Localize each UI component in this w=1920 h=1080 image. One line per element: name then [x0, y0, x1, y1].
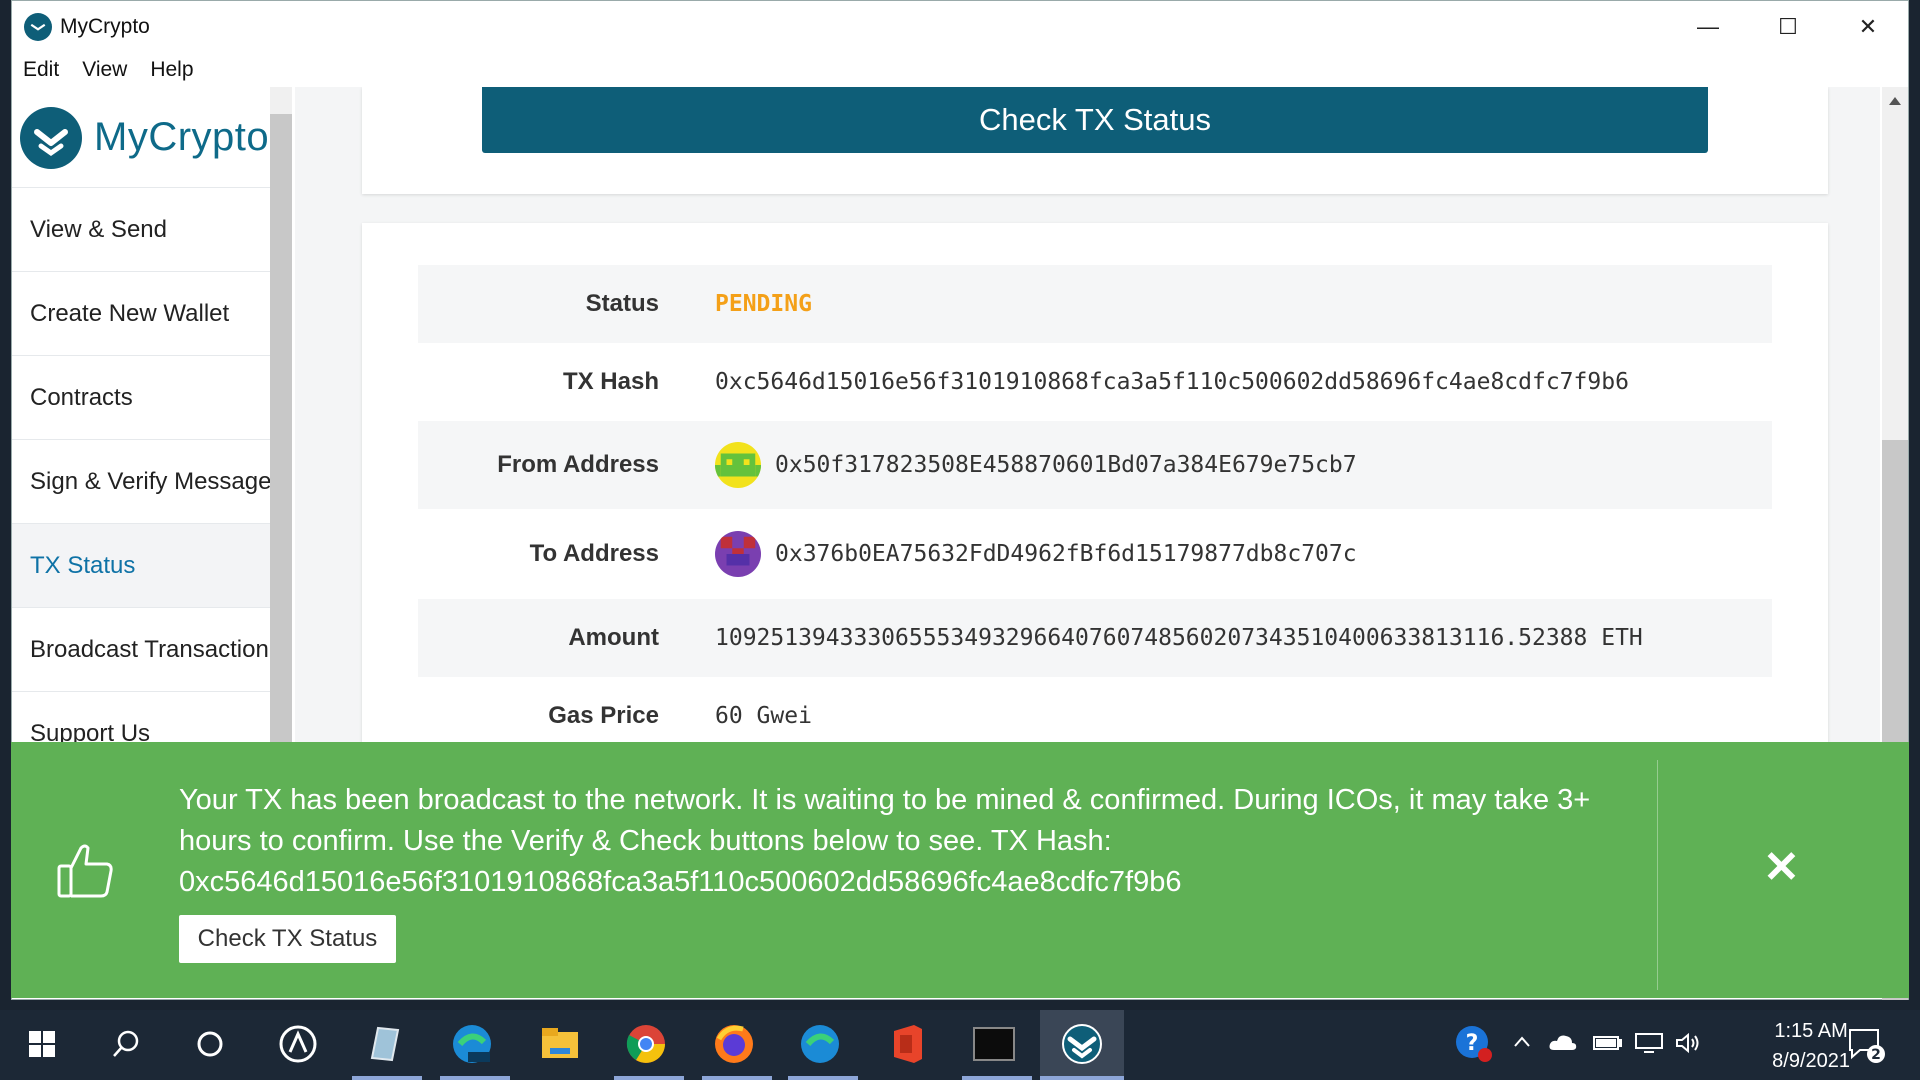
detail-label: Amount — [568, 624, 659, 651]
mycrypto-logo-icon — [20, 106, 82, 169]
notification-line: hours to confirm. Use the Verify & Check… — [179, 825, 1112, 857]
detail-label: TX Hash — [562, 368, 659, 395]
app-shield-icon[interactable] — [274, 1020, 322, 1068]
cloud-icon[interactable] — [1548, 1032, 1578, 1058]
main-content: Check TX Status Status PENDING TX Hash 0… — [295, 87, 1880, 742]
terminal-icon[interactable] — [970, 1020, 1018, 1068]
notification-toast: Your TX has been broadcast to the networ… — [11, 742, 1909, 998]
minimize-button[interactable]: — — [1668, 1, 1748, 53]
sidebar-scrollbar-thumb[interactable] — [270, 114, 292, 742]
window-title: MyCrypto — [60, 15, 150, 38]
menu-help[interactable]: Help — [150, 58, 193, 82]
menu-view[interactable]: View — [82, 58, 127, 82]
scroll-up-icon[interactable] — [1889, 97, 1901, 105]
close-button[interactable]: ✕ — [1828, 1, 1908, 53]
check-card: Check TX Status — [362, 87, 1828, 194]
menu-bar: Edit View Help — [12, 53, 1908, 87]
mycrypto-taskbar-icon[interactable] — [1058, 1020, 1106, 1068]
sidebar-item-sign-verify[interactable]: Sign & Verify Message — [12, 440, 279, 524]
detail-row-amount: Amount 109251394333065553493296640760748… — [418, 599, 1772, 677]
volume-icon[interactable] — [1674, 1032, 1702, 1060]
close-icon[interactable]: ✕ — [1763, 842, 1800, 893]
sidebar-item-create-wallet[interactable]: Create New Wallet — [12, 272, 279, 356]
edge-icon[interactable] — [796, 1020, 844, 1068]
detail-row-tx-hash: TX Hash 0xc5646d15016e56f3101910868fca3a… — [418, 343, 1772, 421]
to-identicon — [715, 531, 761, 577]
taskbar-running-indicator — [614, 1076, 684, 1080]
detail-row-to: To Address 0x376b0EA75632FdD4962fBf6d151… — [418, 509, 1772, 599]
tx-hash-value: 0xc5646d15016e56f3101910868fca3a5f110c50… — [715, 369, 1629, 395]
maximize-button[interactable]: ☐ — [1748, 1, 1828, 53]
edge-beta-icon[interactable] — [448, 1020, 496, 1068]
check-tx-status-button[interactable]: Check TX Status — [482, 87, 1708, 153]
taskbar: ? 1:15 AM 8/9/2021 2 — [0, 1010, 1920, 1080]
taskbar-running-indicator — [1040, 1076, 1124, 1080]
toast-divider — [1657, 760, 1658, 990]
to-address-value: 0x376b0EA75632FdD4962fBf6d15179877db8c70… — [775, 541, 1357, 567]
amount-value: 1092513943330655534932966407607485602073… — [715, 625, 1643, 651]
search-icon[interactable] — [102, 1020, 150, 1068]
detail-label: Gas Price — [548, 702, 659, 729]
notification-count: 2 — [1871, 1047, 1881, 1063]
from-address-value: 0x50f317823508E458870601Bd07a384E679e75c… — [775, 452, 1357, 478]
notification-message: Your TX has been broadcast to the networ… — [179, 780, 1599, 903]
sidebar-item-broadcast[interactable]: Broadcast Transaction — [12, 608, 279, 692]
thumbs-up-icon — [55, 840, 115, 905]
taskbar-running-indicator — [702, 1076, 772, 1080]
sidebar-logo[interactable]: MyCrypto — [12, 88, 279, 188]
title-bar: MyCrypto — ☐ ✕ — [12, 1, 1908, 53]
notepad-icon[interactable] — [360, 1020, 408, 1068]
chrome-icon[interactable] — [622, 1020, 670, 1068]
taskbar-running-indicator — [440, 1076, 510, 1080]
file-explorer-icon[interactable] — [536, 1020, 584, 1068]
windows-start-icon[interactable] — [18, 1020, 66, 1068]
taskbar-running-indicator — [352, 1076, 422, 1080]
chevron-up-icon[interactable] — [1512, 1032, 1532, 1058]
sidebar-item-view-send[interactable]: View & Send — [12, 188, 279, 272]
detail-label: From Address — [497, 451, 659, 478]
office-icon[interactable] — [884, 1020, 932, 1068]
svg-text:?: ? — [1466, 1031, 1479, 1056]
detail-row-gas-price: Gas Price 60 Gwei — [418, 677, 1772, 742]
detail-label: Status — [585, 290, 659, 317]
notification-check-tx-button[interactable]: Check TX Status — [179, 915, 396, 963]
firefox-icon[interactable] — [710, 1020, 758, 1068]
detail-label: To Address — [529, 540, 659, 567]
gas-price-value: 60 Gwei — [715, 703, 812, 729]
sidebar-item-contracts[interactable]: Contracts — [12, 356, 279, 440]
clock-time: 1:15 AM — [1774, 1020, 1848, 1042]
sidebar-item-support[interactable]: Support Us — [12, 692, 279, 744]
notification-tx-hash: 0xc5646d15016e56f3101910868fca3a5f110c50… — [179, 866, 1182, 898]
system-clock[interactable]: 1:15 AM 8/9/2021 — [1772, 1016, 1850, 1076]
cortana-icon[interactable] — [186, 1020, 234, 1068]
taskbar-running-indicator — [788, 1076, 858, 1080]
help-tray-icon[interactable]: ? — [1450, 1020, 1498, 1068]
mycrypto-app-icon — [24, 13, 52, 41]
action-center-icon[interactable]: 2 — [1842, 1020, 1890, 1068]
menu-edit[interactable]: Edit — [23, 58, 59, 82]
notification-line: Your TX has been broadcast to the networ… — [179, 784, 1591, 816]
sidebar: MyCrypto View & Send Create New Wallet C… — [12, 88, 280, 743]
taskbar-running-indicator — [962, 1076, 1032, 1080]
network-icon[interactable] — [1634, 1032, 1664, 1060]
detail-row-status: Status PENDING — [418, 265, 1772, 343]
status-badge: PENDING — [715, 291, 812, 317]
from-identicon — [715, 442, 761, 488]
detail-row-from: From Address 0x50f317823508E458870601Bd0… — [418, 421, 1772, 509]
clock-date: 8/9/2021 — [1772, 1050, 1850, 1072]
logo-text: MyCrypto — [94, 115, 270, 159]
battery-icon[interactable] — [1592, 1032, 1622, 1058]
tx-details-card: Status PENDING TX Hash 0xc5646d15016e56f… — [362, 223, 1828, 742]
sidebar-item-tx-status[interactable]: TX Status — [12, 524, 279, 608]
